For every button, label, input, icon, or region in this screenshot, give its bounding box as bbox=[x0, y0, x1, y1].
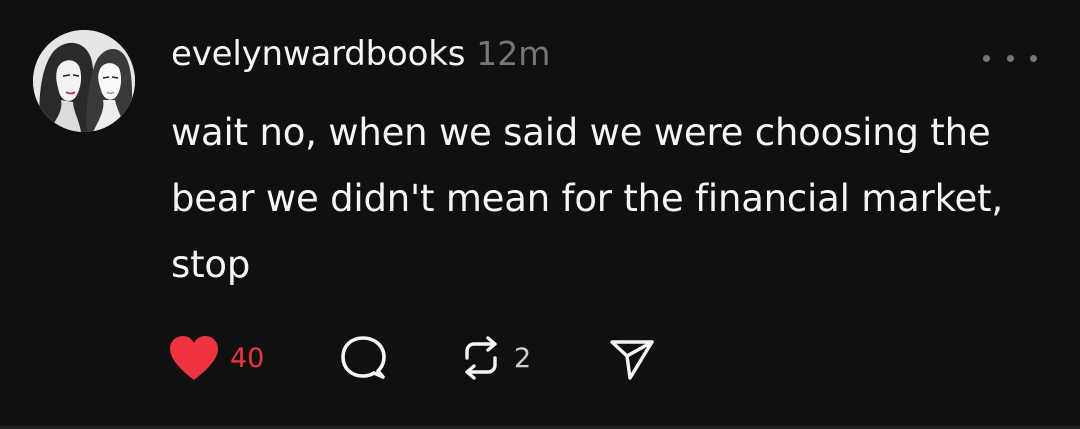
avatar-illustration-icon bbox=[33, 30, 135, 132]
repost-count: 2 bbox=[514, 342, 532, 374]
like-button[interactable]: 40 bbox=[168, 333, 264, 383]
avatar[interactable] bbox=[33, 30, 135, 132]
comment-bubble-icon bbox=[341, 336, 386, 379]
heart-icon bbox=[170, 336, 218, 380]
like-count: 40 bbox=[230, 342, 265, 374]
timestamp: 12m bbox=[476, 34, 551, 73]
username[interactable]: evelynwardbooks bbox=[171, 34, 465, 74]
repost-icon bbox=[465, 336, 497, 380]
comment-button[interactable] bbox=[340, 333, 386, 383]
thread-post: evelynwardbooks 12m wait no, when we sai… bbox=[0, 0, 1080, 426]
more-dot bbox=[983, 54, 990, 62]
post-actions: 40 2 bbox=[168, 333, 688, 383]
post-header: evelynwardbooks 12m bbox=[171, 34, 550, 74]
more-dot bbox=[1030, 54, 1037, 62]
more-dot bbox=[1006, 54, 1014, 62]
post-text: wait no, when we said we were choosing t… bbox=[171, 111, 1003, 286]
send-icon bbox=[610, 340, 654, 380]
more-options-button[interactable] bbox=[983, 48, 1037, 68]
share-button[interactable] bbox=[608, 333, 656, 383]
repost-button[interactable]: 2 bbox=[458, 333, 531, 383]
